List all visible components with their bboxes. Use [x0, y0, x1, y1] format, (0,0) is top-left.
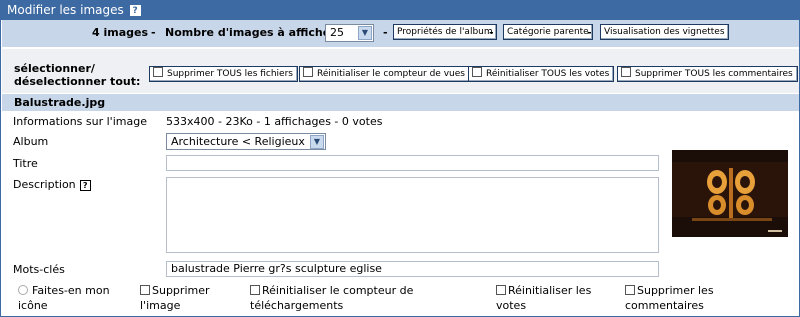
panel-titlebar: Modifier les images ?: [1, 0, 799, 20]
delete-all-comments-button[interactable]: Supprimer TOUS les commentaires: [617, 66, 798, 82]
checkbox[interactable]: [153, 67, 163, 77]
reset-all-votes-button[interactable]: Réinitialiser TOUS les votes: [468, 66, 615, 82]
checkbox[interactable]: [621, 67, 631, 77]
delete-all-files-button[interactable]: Supprimer TOUS les fichiers: [149, 66, 298, 82]
help-icon[interactable]: ?: [79, 180, 91, 191]
reset-view-counter-button[interactable]: Réinitialiser le compteur de vues: [299, 66, 470, 82]
image-info-label: Informations sur l'image: [13, 115, 147, 128]
separator: -: [489, 26, 494, 39]
separator: -: [383, 26, 388, 39]
toolbar: 4 images - Nombre d'images à afficher 25…: [2, 20, 799, 47]
description-label: Description?: [13, 178, 91, 191]
delete-comments-option[interactable]: Supprimer les commentaires: [625, 283, 745, 313]
select-all-label: sélectionner/ déselectionner tout:: [14, 62, 141, 88]
image-count: 4 images: [92, 26, 149, 39]
album-properties-button[interactable]: Propriétés de l'album: [393, 24, 497, 40]
checkbox[interactable]: [472, 67, 482, 77]
checkbox[interactable]: [303, 67, 313, 77]
radio-button[interactable]: [18, 285, 28, 295]
per-page-value: 25: [330, 26, 344, 39]
view-thumbnails-button[interactable]: Visualisation des vignettes: [600, 24, 729, 40]
per-page-label: Nombre d'images à afficher: [165, 26, 336, 39]
file-name-header: Balustrade.jpg: [2, 94, 799, 111]
separator: -: [587, 26, 592, 39]
album-value: Architecture < Religieux: [171, 135, 305, 148]
image-info-value: 533x400 - 23Ko - 1 affichages - 0 votes: [166, 115, 383, 128]
per-page-select[interactable]: 25 ▼: [325, 24, 374, 42]
chevron-down-icon: ▼: [310, 135, 324, 149]
album-select[interactable]: Architecture < Religieux ▼: [166, 133, 326, 150]
make-icon-option[interactable]: Faites-en mon icône: [18, 283, 138, 313]
image-thumbnail[interactable]: [672, 150, 788, 237]
reset-downloads-option[interactable]: Réinitialiser le compteur de téléchargem…: [250, 283, 440, 313]
chevron-down-icon: ▼: [358, 26, 372, 40]
keywords-input[interactable]: balustrade Pierre gr?s sculpture eglise: [166, 261, 659, 277]
album-label: Album: [13, 135, 49, 148]
delete-image-option[interactable]: Supprimer l'image: [140, 283, 240, 313]
checkbox[interactable]: [496, 285, 506, 295]
select-all-row: sélectionner/ déselectionner tout: Suppr…: [2, 48, 799, 93]
separator: -: [151, 26, 156, 39]
keywords-label: Mots-clés: [13, 263, 65, 276]
checkbox[interactable]: [140, 285, 150, 295]
title-input[interactable]: [166, 155, 659, 171]
description-textarea[interactable]: [166, 177, 659, 253]
checkbox[interactable]: [625, 285, 635, 295]
reset-votes-option[interactable]: Réinitialiser les votes: [496, 283, 616, 313]
edit-images-panel: Modifier les images ? 4 images - Nombre …: [0, 0, 800, 317]
checkbox[interactable]: [250, 285, 260, 295]
panel-title: Modifier les images: [7, 3, 124, 17]
help-icon[interactable]: ?: [129, 5, 141, 16]
balustrade-picture: [672, 150, 788, 237]
parent-category-button[interactable]: Catégorie parente: [503, 24, 593, 40]
title-label: Titre: [13, 157, 38, 170]
